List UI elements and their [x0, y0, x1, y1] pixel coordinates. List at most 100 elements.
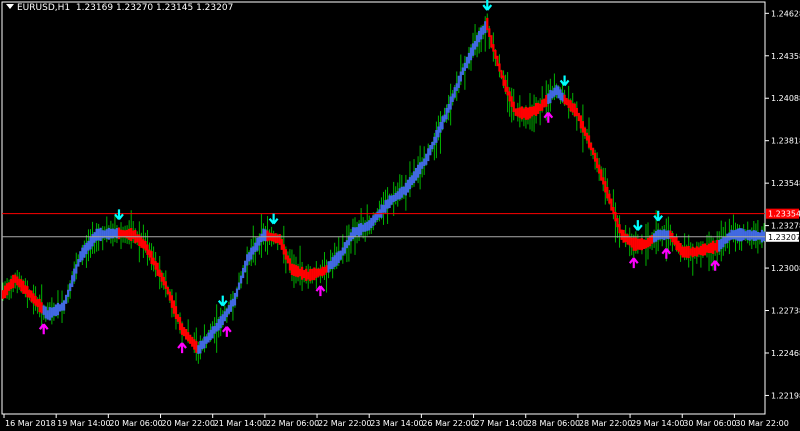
up-trend-bar: [353, 227, 357, 238]
down-trend-bar: [290, 263, 294, 275]
up-trend-bar: [376, 211, 379, 221]
up-trend-bar: [425, 153, 428, 165]
up-trend-bar: [235, 288, 239, 297]
up-trend-bar: [726, 233, 729, 244]
up-trend-bar: [262, 228, 265, 241]
down-trend-bar: [119, 229, 123, 238]
up-trend-bar: [392, 195, 395, 203]
up-trend-bar: [449, 96, 452, 110]
up-trend-bar: [386, 199, 389, 209]
down-trend-bar: [703, 243, 707, 256]
up-trend-bar: [657, 229, 660, 240]
up-trend-bar: [213, 326, 216, 334]
down-trend-bar: [589, 142, 593, 151]
down-trend-bar: [144, 240, 147, 251]
buy-arrow-icon: [710, 260, 721, 271]
down-trend-bar: [292, 264, 296, 276]
up-trend-bar: [252, 246, 255, 255]
down-trend-bar: [309, 268, 312, 282]
down-trend-bar: [596, 158, 599, 169]
up-trend-bar: [77, 259, 80, 267]
up-trend-bar: [738, 228, 741, 242]
up-trend-bar: [250, 247, 253, 260]
down-trend-bar: [502, 75, 505, 86]
down-trend-bar: [172, 300, 176, 314]
up-trend-bar: [75, 264, 78, 274]
down-trend-bar: [624, 233, 627, 243]
up-trend-bar: [406, 179, 410, 193]
up-trend-bar: [203, 336, 206, 349]
down-trend-bar: [716, 239, 719, 253]
x-axis-label: 20 Mar 22:00: [162, 419, 215, 428]
down-trend-bar: [545, 94, 548, 107]
x-axis-label: 26 Mar 22:00: [422, 419, 475, 428]
up-trend-bar: [244, 260, 247, 273]
up-trend-bar: [85, 242, 88, 255]
down-trend-bar: [1, 290, 5, 299]
up-trend-bar: [437, 126, 440, 138]
up-trend-bar: [746, 230, 749, 241]
up-trend-bar: [402, 186, 405, 195]
up-trend-bar: [246, 254, 249, 266]
down-trend-bar: [317, 268, 320, 277]
price-chart[interactable]: 1.24628 1.24358 1.24088 1.23818 1.23548 1.232…: [0, 0, 800, 431]
sell-arrow-icon: [217, 295, 228, 307]
buy-arrow-icon: [661, 248, 672, 259]
down-trend-bar: [581, 121, 585, 133]
down-trend-bar: [606, 186, 609, 199]
up-trend-bar: [427, 148, 430, 162]
up-trend-bar: [225, 308, 228, 318]
down-trend-bar: [187, 332, 190, 342]
down-trend-bar: [587, 135, 591, 148]
down-trend-bar: [300, 266, 304, 280]
down-trend-bar: [282, 244, 285, 255]
dropdown-triangle-icon[interactable]: [6, 4, 14, 9]
down-trend-bar: [671, 233, 674, 243]
down-trend-bar: [319, 268, 322, 276]
up-trend-bar: [327, 261, 330, 273]
down-trend-bar: [522, 108, 526, 118]
up-trend-bar: [561, 92, 564, 102]
up-trend-bar: [380, 204, 383, 218]
down-trend-bar: [506, 86, 509, 96]
up-trend-bar: [665, 230, 668, 239]
down-trend-bar: [146, 244, 149, 255]
down-trend-bar: [500, 70, 503, 78]
up-trend-bar: [384, 200, 387, 213]
up-trend-bar: [83, 244, 86, 258]
up-trend-bar: [482, 25, 485, 35]
down-trend-bar: [675, 236, 678, 251]
up-trend-bar: [752, 230, 755, 241]
up-trend-bar: [433, 136, 436, 146]
x-axis-label: 16 Mar 2018: [5, 419, 56, 428]
up-trend-bar: [217, 319, 220, 331]
x-axis-label: 28 Mar 22:00: [579, 419, 632, 428]
down-trend-bar: [142, 239, 145, 249]
up-trend-bar: [756, 231, 759, 240]
chart-window[interactable]: 1.24628 1.24358 1.24088 1.23818 1.23548 1.232…: [0, 0, 800, 431]
down-trend-bar: [34, 295, 37, 306]
down-trend-bar: [693, 248, 696, 257]
down-trend-bar: [128, 228, 131, 240]
y-axis-label: 1.22738: [771, 307, 800, 316]
up-trend-bar: [394, 192, 397, 201]
down-trend-bar: [620, 229, 623, 240]
down-trend-bar: [195, 341, 198, 353]
up-trend-bar: [461, 67, 464, 75]
x-axis-label: 20 Mar 06:00: [109, 419, 162, 428]
down-trend-bar: [648, 235, 652, 247]
up-trend-bar: [475, 35, 479, 47]
down-trend-bar: [278, 234, 281, 245]
up-trend-bar: [744, 231, 747, 239]
up-trend-bar: [256, 237, 259, 251]
up-trend-bar: [429, 144, 432, 156]
down-trend-bar: [569, 100, 572, 112]
down-trend-bar: [618, 224, 621, 234]
ohlc-values: 1.23169 1.23270 1.23145 1.23207: [75, 3, 234, 13]
down-trend-bar: [280, 238, 283, 250]
down-trend-bar: [30, 290, 33, 302]
down-trend-bar: [634, 237, 637, 251]
up-trend-bar: [93, 232, 96, 243]
up-trend-bar: [201, 340, 204, 350]
down-trend-bar: [323, 266, 326, 275]
